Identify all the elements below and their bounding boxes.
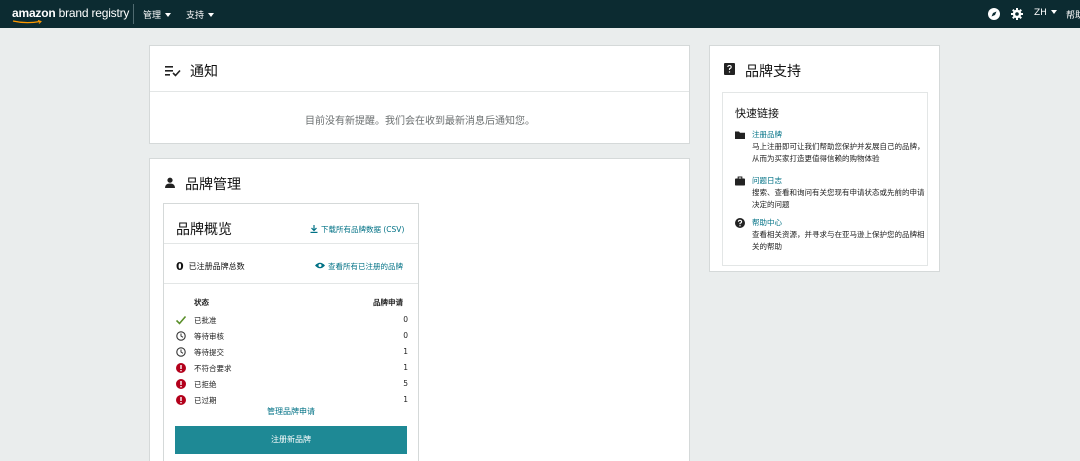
divider [150, 91, 689, 92]
quick-link-description: 搜索、查看和询问有关您现有申请状态或先前的申请决定的问题 [752, 188, 925, 209]
status-label: 等待提交 [194, 348, 224, 357]
download-brand-data-link[interactable]: 下载所有品牌数据 (CSV) [310, 224, 404, 235]
eye-icon [315, 262, 325, 269]
status-row: 等待提交 1 [176, 345, 408, 360]
quick-links-title: 快速链接 [735, 107, 779, 120]
status-count: 1 [403, 395, 408, 404]
status-label: 已过期 [194, 396, 217, 405]
alert-icon [176, 379, 186, 389]
register-new-brand-button[interactable]: 注册新品牌 [175, 426, 407, 454]
person-icon [165, 177, 175, 188]
registered-brands-number: 0 [176, 260, 184, 273]
status-row: 已拒绝 5 [176, 377, 408, 392]
nav-manage-menu[interactable]: 管理 [143, 8, 172, 21]
registered-brands-count: 0 已注册品牌总数 [176, 260, 245, 273]
download-brand-data-label: 下载所有品牌数据 (CSV) [321, 225, 405, 234]
help-circle-icon [735, 218, 745, 228]
registered-brands-label: 已注册品牌总数 [188, 262, 245, 271]
status-count: 5 [403, 379, 408, 388]
status-count: 1 [403, 363, 408, 372]
quick-links-card: 快速链接 注册品牌 马上注册即可让我们帮助您保护并发展自己的品牌，从而为买家打造… [722, 92, 928, 266]
chevron-down-icon [165, 13, 172, 17]
logo-amazon-text: amazon [12, 6, 56, 20]
check-icon [176, 315, 186, 325]
help-link[interactable]: 帮助 [1066, 8, 1080, 21]
brand-support-title: 品牌支持 [745, 64, 801, 80]
notifications-panel: 通知 目前没有新提醒。我们会在收到最新消息后通知您。 [149, 45, 690, 144]
language-selector[interactable]: ZH [1034, 8, 1057, 18]
status-label: 已拒绝 [194, 380, 217, 389]
status-count: 0 [403, 331, 408, 340]
clock-icon [176, 331, 186, 341]
status-label: 已批准 [194, 316, 217, 325]
logo-brand-registry-text: brand registry [55, 6, 130, 20]
nav-support-menu[interactable]: 支持 [186, 8, 215, 21]
alert-icon [176, 363, 186, 373]
help-book-icon [724, 63, 735, 75]
top-navigation-bar: amazon brand registry 管理 支持 ZH 帮助 [0, 0, 1080, 28]
status-row: 不符合要求 1 [176, 361, 408, 376]
chevron-down-icon [1050, 10, 1057, 14]
nav-support-label: 支持 [186, 11, 205, 21]
brand-management-panel: 品牌管理 品牌概览 下载所有品牌数据 (CSV) 0 已注册品牌总数 查看所有已注… [149, 158, 690, 461]
alert-icon [176, 395, 186, 405]
brand-overview-card: 品牌概览 下载所有品牌数据 (CSV) 0 已注册品牌总数 查看所有已注册的品牌 … [163, 203, 419, 461]
brand-overview-title: 品牌概览 [176, 222, 232, 238]
language-label: ZH [1034, 8, 1047, 18]
quick-link-description: 查看相关资源，并寻求与在亚马逊上保护您的品牌相关的帮助 [752, 230, 925, 251]
briefcase-icon [735, 176, 745, 186]
chevron-down-icon [208, 13, 215, 17]
view-registered-brands-link[interactable]: 查看所有已注册的品牌 [315, 261, 403, 272]
nav-divider [133, 4, 134, 24]
no-notifications-message: 目前没有新提醒。我们会在收到最新消息后通知您。 [305, 116, 535, 127]
view-registered-brands-label: 查看所有已注册的品牌 [328, 262, 403, 271]
applications-column-header: 品牌申请 [373, 298, 403, 307]
download-icon [310, 225, 318, 233]
clock-icon [176, 347, 186, 357]
register-brand-link[interactable]: 注册品牌 [752, 129, 782, 140]
case-log-link[interactable]: 问题日志 [752, 175, 782, 186]
quick-link-description: 马上注册即可让我们帮助您保护并发展自己的品牌，从而为买家打造更值得信赖的购物体验 [752, 142, 925, 163]
gear-icon[interactable] [1010, 7, 1024, 21]
divider [164, 243, 418, 244]
compass-icon[interactable] [987, 7, 1001, 21]
notifications-title: 通知 [190, 64, 218, 80]
brand-registry-logo[interactable]: amazon brand registry [12, 6, 129, 20]
status-row: 等待审核 0 [176, 329, 408, 344]
status-row: 已批准 0 [176, 313, 408, 328]
divider [164, 283, 418, 284]
folder-icon [735, 131, 745, 139]
status-label: 等待审核 [194, 332, 224, 341]
brand-support-panel: 品牌支持 快速链接 注册品牌 马上注册即可让我们帮助您保护并发展自己的品牌，从而… [709, 45, 940, 272]
status-column-header: 状态 [194, 298, 209, 307]
status-label: 不符合要求 [194, 364, 232, 373]
nav-manage-label: 管理 [143, 11, 162, 21]
amazon-smile-icon [12, 20, 42, 24]
notification-list-icon [165, 66, 181, 77]
brand-management-title: 品牌管理 [185, 177, 241, 193]
status-count: 1 [403, 347, 408, 356]
help-center-link[interactable]: 帮助中心 [752, 217, 782, 228]
status-count: 0 [403, 315, 408, 324]
manage-brand-applications-link[interactable]: 管理品牌申请 [164, 406, 418, 417]
